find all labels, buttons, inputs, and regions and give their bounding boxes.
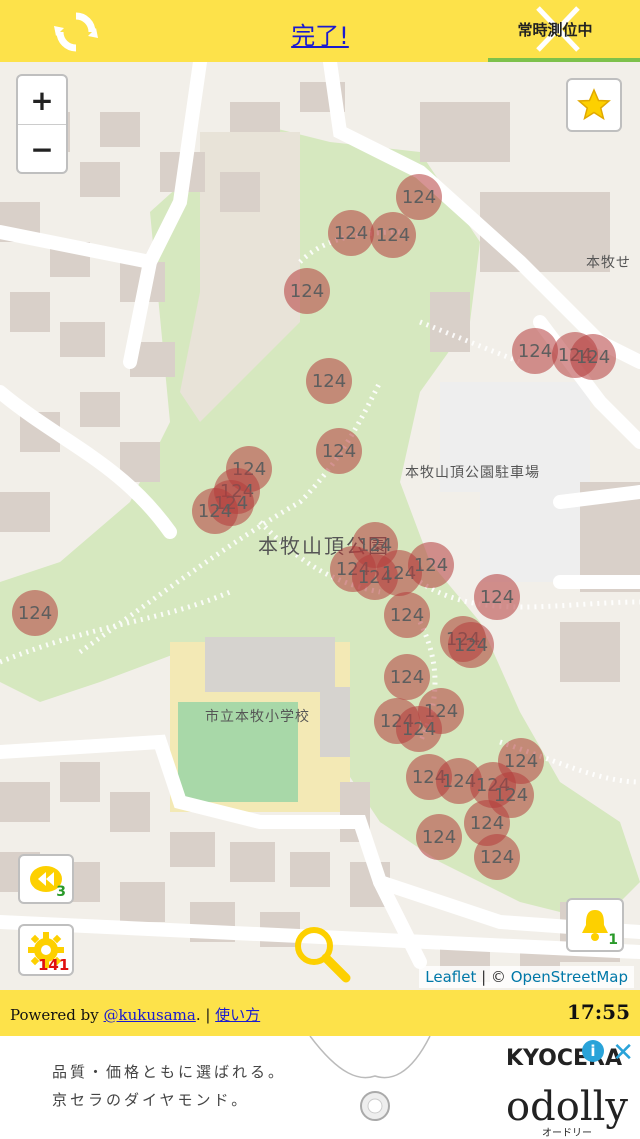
author-link[interactable]: @kukusama: [104, 1006, 196, 1024]
map-marker-value: 124: [575, 346, 611, 368]
map-marker[interactable]: 124: [474, 834, 520, 880]
map-marker-value: 124: [311, 370, 347, 392]
map-marker-value: 124: [479, 586, 515, 608]
always-measuring-toggle[interactable]: 常時測位中: [480, 0, 630, 58]
zoom-out-button[interactable]: −: [18, 125, 66, 173]
search-icon: [295, 927, 351, 983]
map-marker-value: 124: [375, 224, 411, 246]
map-attribution: Leaflet | © OpenStreetMap: [419, 966, 634, 988]
map-marker[interactable]: 124: [408, 542, 454, 588]
map-label-parking: 本牧山頂公園駐車場: [405, 465, 540, 481]
map-marker-value: 124: [453, 634, 489, 656]
map-marker[interactable]: 124: [370, 212, 416, 258]
map-marker[interactable]: 124: [448, 622, 494, 668]
map-marker-value: 124: [517, 340, 553, 362]
done-link[interactable]: 完了!: [291, 22, 349, 50]
map-marker-value: 124: [421, 826, 457, 848]
bell-icon: [582, 910, 608, 941]
map-marker[interactable]: 124: [306, 358, 352, 404]
ad-line-2: 京セラのダイヤモンド。: [52, 1091, 250, 1109]
map-background: [0, 62, 640, 990]
map-marker[interactable]: 124: [396, 706, 442, 752]
map-marker-value: 124: [17, 602, 53, 624]
star-icon: [577, 88, 611, 121]
ad-info-icon[interactable]: i: [582, 1040, 604, 1062]
history-count-badge: 3: [56, 884, 66, 900]
ad-close-icon[interactable]: ✕: [612, 1038, 634, 1068]
map-marker-value: 124: [289, 280, 325, 302]
map-marker[interactable]: 124: [328, 210, 374, 256]
map-marker-value: 124: [321, 440, 357, 462]
map-marker[interactable]: 124: [284, 268, 330, 314]
map-marker-value: 124: [413, 554, 449, 576]
map-label-top-right: 本牧せ: [586, 255, 631, 271]
map-marker-value: 124: [333, 222, 369, 244]
history-button[interactable]: 3: [18, 854, 74, 904]
map-marker[interactable]: 124: [384, 592, 430, 638]
map-marker-value: 124: [401, 718, 437, 740]
powered-prefix: Powered by: [10, 1006, 104, 1024]
necklace-image: [309, 1036, 431, 1121]
zoom-in-button[interactable]: +: [18, 76, 66, 125]
clock-time: 17:55: [566, 1000, 630, 1024]
ad-line-1: 品質・価格ともに選ばれる。: [52, 1063, 287, 1081]
settings-button[interactable]: 141: [18, 924, 74, 976]
ad-banner[interactable]: 品質・価格ともに選ばれる。 京セラのダイヤモンド。 KYOCERA odolly…: [0, 1036, 640, 1139]
top-bar: 完了! 常時測位中: [0, 0, 640, 62]
notifications-count-badge: 1: [608, 932, 618, 948]
map-marker-value: 124: [389, 666, 425, 688]
search-button[interactable]: [292, 924, 352, 984]
leaflet-link[interactable]: Leaflet: [425, 968, 476, 986]
map-marker[interactable]: 124: [192, 488, 238, 534]
ad-brand: KYOCERA: [505, 1046, 622, 1071]
ad-logo-sub: オードリー: [542, 1128, 592, 1139]
powered-by: Powered by @kukusama. | 使い方: [10, 1004, 260, 1025]
map-marker-value: 124: [389, 604, 425, 626]
always-measuring-label: 常時測位中: [517, 20, 593, 39]
notifications-button[interactable]: 1: [566, 898, 624, 952]
map-marker-value: 124: [493, 784, 529, 806]
map-marker[interactable]: 124: [512, 328, 558, 374]
map-marker[interactable]: 124: [396, 174, 442, 220]
favorite-button[interactable]: [566, 78, 622, 132]
powered-suffix: . |: [195, 1006, 216, 1024]
map-marker[interactable]: 124: [416, 814, 462, 860]
attribution-separator: | ©: [476, 968, 511, 986]
map-marker[interactable]: 124: [12, 590, 58, 636]
map-label-school: 市立本牧小学校: [205, 709, 310, 725]
map-marker[interactable]: 124: [474, 574, 520, 620]
ad-copy: 品質・価格ともに選ばれる。 京セラのダイヤモンド。: [52, 1058, 286, 1114]
footer-bar: Powered by @kukusama. | 使い方 17:55: [0, 990, 640, 1036]
usage-link[interactable]: 使い方: [215, 1006, 260, 1024]
map-marker[interactable]: 124: [316, 428, 362, 474]
map-marker[interactable]: 124: [570, 334, 616, 380]
map-view[interactable]: 本牧山頂公園 本牧山頂公園駐車場 市立本牧小学校 本牧せ 124 124 124 12…: [0, 62, 640, 990]
map-marker-value: 124: [469, 812, 505, 834]
osm-link[interactable]: OpenStreetMap: [511, 968, 628, 986]
map-marker-value: 124: [401, 186, 437, 208]
map-marker[interactable]: 124: [384, 654, 430, 700]
settings-count-badge: 141: [38, 956, 70, 974]
zoom-control: + −: [16, 74, 68, 174]
map-marker-value: 124: [479, 846, 515, 868]
map-marker-value: 124: [197, 500, 233, 522]
